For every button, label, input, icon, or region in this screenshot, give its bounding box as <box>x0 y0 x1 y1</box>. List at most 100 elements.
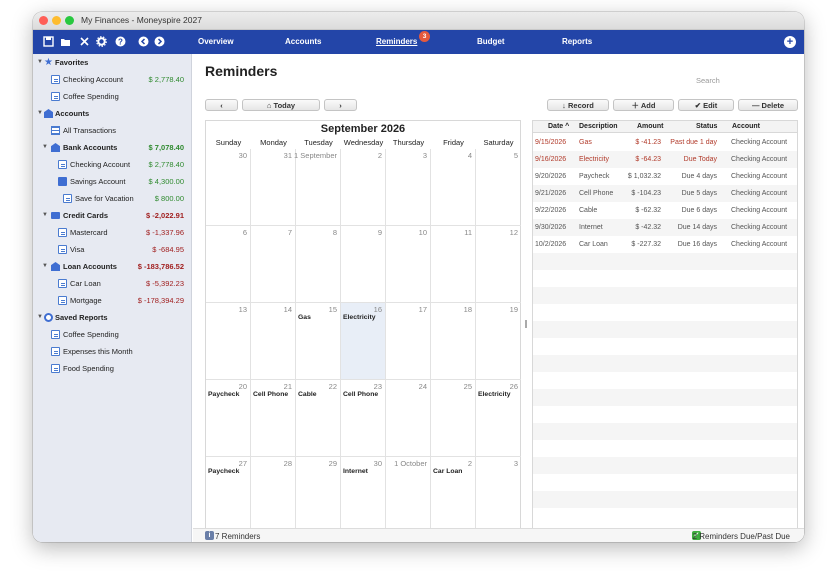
calendar-day-cell[interactable]: 21 Cell Phone <box>251 380 296 457</box>
tab-accounts[interactable]: Accounts <box>285 37 321 46</box>
table-row[interactable]: 9/20/2026 Paycheck $ 1,032.32 Due 4 days Che… <box>533 168 797 185</box>
sidebar-group-loan-accounts[interactable]: ▼ Loan Accounts $ -183,786.52 <box>33 259 192 274</box>
calendar-event[interactable]: Car Loan <box>433 468 462 475</box>
sidebar-item-report-expenses[interactable]: Expenses this Month <box>33 344 192 359</box>
table-row[interactable]: 9/30/2026 Internet $ -42.32 Due 14 days Chec… <box>533 219 797 236</box>
sidebar-item-checking-favorite[interactable]: Checking Account $ 2,778.40 <box>33 72 192 87</box>
calendar-event[interactable]: Internet <box>343 468 368 475</box>
column-header-date[interactable]: Date ^ <box>548 121 569 133</box>
table-row[interactable]: 10/2/2026 Car Loan $ -227.32 Due 16 days Che… <box>533 236 797 253</box>
calendar-day-cell[interactable]: 6 <box>206 226 251 303</box>
sidebar-item-mortgage[interactable]: Mortgage $ -178,394.29 <box>33 293 192 308</box>
sidebar-item-report-food[interactable]: Food Spending <box>33 361 192 376</box>
calendar-day-cell[interactable]: 19 <box>476 303 521 380</box>
table-row[interactable]: 9/21/2026 Cell Phone $ -104.23 Due 5 days Ch… <box>533 185 797 202</box>
folder-icon[interactable] <box>59 36 71 48</box>
calendar-day-cell[interactable]: 1 October <box>386 457 431 534</box>
help-icon[interactable]: ? <box>114 36 126 48</box>
next-month-button[interactable]: › <box>324 99 357 111</box>
chevron-down-icon[interactable]: ▼ <box>37 106 43 121</box>
record-button[interactable]: ↓ Record <box>547 99 609 111</box>
calendar-day-cell[interactable]: 22 Cable <box>296 380 341 457</box>
sidebar-group-saved-reports[interactable]: ▼ Saved Reports <box>33 310 192 325</box>
sidebar-group-credit-cards[interactable]: ▼ Credit Cards $ -2,022.91 <box>33 208 192 223</box>
calendar-day-cell[interactable]: 11 <box>431 226 476 303</box>
calendar-event[interactable]: Paycheck <box>208 391 239 398</box>
edit-button[interactable]: ✔ Edit <box>678 99 734 111</box>
calendar-day-cell[interactable]: 26 Electricity <box>476 380 521 457</box>
table-row[interactable]: 9/15/2026 Gas $ -41.23 Past due 1 day Checki… <box>533 134 797 151</box>
calendar-day-cell[interactable]: 1 September <box>294 149 341 226</box>
column-header-account[interactable]: Account <box>732 121 760 133</box>
sidebar-item-savings-account[interactable]: Savings Account $ 4,300.00 <box>33 174 192 189</box>
sidebar-group-favorites[interactable]: ▼ ★ Favorites <box>33 55 192 70</box>
calendar-event[interactable]: Electricity <box>343 314 376 321</box>
sidebar-group-bank-accounts[interactable]: ▼ Bank Accounts $ 7,078.40 <box>33 140 192 155</box>
calendar-day-cell[interactable]: 9 <box>341 226 386 303</box>
calendar-day-cell[interactable]: 2 Car Loan <box>431 457 476 534</box>
search-input[interactable]: Search <box>696 76 720 85</box>
table-row[interactable]: 9/22/2026 Cable $ -62.32 Due 6 days Checking… <box>533 202 797 219</box>
calendar-day-cell[interactable]: 24 <box>386 380 431 457</box>
chevron-down-icon[interactable]: ▼ <box>42 208 48 223</box>
previous-month-button[interactable]: ‹ <box>205 99 238 111</box>
tab-reports[interactable]: Reports <box>562 37 592 46</box>
calendar-day-cell[interactable]: 29 <box>296 457 341 534</box>
column-header-status[interactable]: Status <box>696 121 717 133</box>
sidebar-item-checking-account[interactable]: Checking Account $ 2,778.40 <box>33 157 192 172</box>
calendar-day-cell[interactable]: 4 <box>431 149 476 226</box>
calendar-day-cell[interactable]: 12 <box>476 226 521 303</box>
chevron-down-icon[interactable]: ▼ <box>42 140 48 155</box>
calendar-day-cell[interactable]: 27 Paycheck <box>206 457 251 534</box>
column-header-description[interactable]: Description <box>579 121 618 133</box>
sidebar-item-all-transactions[interactable]: All Transactions <box>33 123 192 138</box>
calendar-event[interactable]: Cable <box>298 391 317 398</box>
gear-icon[interactable] <box>95 36 107 48</box>
table-row[interactable]: 9/16/2026 Electricity $ -64.23 Due Today Che… <box>533 151 797 168</box>
sidebar-item-car-loan[interactable]: Car Loan $ -5,392.23 <box>33 276 192 291</box>
calendar-day-cell[interactable]: 15 Gas <box>296 303 341 380</box>
calendar-day-cell[interactable]: 5 <box>476 149 521 226</box>
back-icon[interactable] <box>137 36 149 48</box>
column-header-amount[interactable]: Amount <box>637 121 663 133</box>
calendar-day-cell[interactable]: 30 Internet <box>341 457 386 534</box>
calendar-day-cell[interactable]: 28 <box>251 457 296 534</box>
calendar-day-cell[interactable]: 7 <box>251 226 296 303</box>
tab-budget[interactable]: Budget <box>477 37 505 46</box>
calendar-day-cell[interactable]: 3 <box>476 457 521 534</box>
close-window-button[interactable] <box>39 16 48 25</box>
save-icon[interactable] <box>42 36 54 48</box>
calendar-day-cell[interactable]: 31 <box>251 149 296 226</box>
tools-icon[interactable] <box>78 36 90 48</box>
calendar-day-cell[interactable]: 13 <box>206 303 251 380</box>
sidebar-item-coffee-spending[interactable]: Coffee Spending <box>33 89 192 104</box>
delete-button[interactable]: — Delete <box>738 99 798 111</box>
sidebar-item-report-coffee[interactable]: Coffee Spending <box>33 327 192 342</box>
chevron-down-icon[interactable]: ▼ <box>37 310 43 325</box>
calendar-event[interactable]: Electricity <box>478 391 511 398</box>
add-button[interactable]: ＋ Add <box>613 99 674 111</box>
panel-resize-handle[interactable] <box>525 320 527 328</box>
sidebar-item-mastercard[interactable]: Mastercard $ -1,337.96 <box>33 225 192 240</box>
tab-overview[interactable]: Overview <box>198 37 234 46</box>
calendar-day-cell[interactable]: 14 <box>251 303 296 380</box>
calendar-event[interactable]: Cell Phone <box>253 391 288 398</box>
calendar-day-cell[interactable]: 25 <box>431 380 476 457</box>
calendar-day-cell[interactable]: 8 <box>296 226 341 303</box>
tab-reminders[interactable]: Reminders <box>376 37 417 46</box>
calendar-day-cell-today[interactable]: 16 Electricity <box>341 303 386 380</box>
forward-icon[interactable] <box>153 36 165 48</box>
add-icon[interactable]: + <box>784 36 796 48</box>
calendar-day-cell[interactable]: 2 <box>341 149 386 226</box>
calendar-day-cell[interactable]: 30 <box>206 149 251 226</box>
sidebar-group-accounts[interactable]: ▼ Accounts <box>33 106 192 121</box>
calendar-day-cell[interactable]: 17 <box>386 303 431 380</box>
zoom-window-button[interactable] <box>65 16 74 25</box>
calendar-day-cell[interactable]: 10 <box>386 226 431 303</box>
calendar-day-cell[interactable]: 23 Cell Phone <box>341 380 386 457</box>
chevron-down-icon[interactable]: ▼ <box>37 55 43 70</box>
calendar-event[interactable]: Cell Phone <box>343 391 378 398</box>
calendar-day-cell[interactable]: 3 <box>386 149 431 226</box>
calendar-event[interactable]: Paycheck <box>208 468 239 475</box>
minimize-window-button[interactable] <box>52 16 61 25</box>
